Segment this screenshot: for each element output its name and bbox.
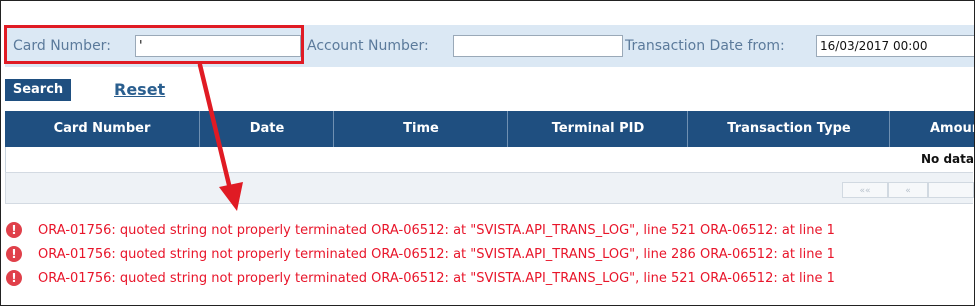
account-number-input[interactable] (453, 35, 623, 57)
reset-link[interactable]: Reset (114, 80, 165, 99)
search-button[interactable]: Search (5, 79, 71, 101)
table-body: No data (5, 147, 974, 172)
column-header-terminal-pid[interactable]: Terminal PID (507, 111, 688, 147)
column-header-date[interactable]: Date (199, 111, 334, 147)
app-frame: Card Number: Account Number: Transaction… (0, 0, 975, 306)
exclamation-circle-icon: ! (6, 270, 22, 286)
no-data-message: No data (921, 152, 974, 166)
card-number-highlight-box (4, 25, 304, 64)
error-message-text: ORA-01756: quoted string not properly te… (38, 247, 835, 262)
account-number-label: Account Number: (307, 38, 429, 54)
column-header-time[interactable]: Time (333, 111, 508, 147)
pager-page-button[interactable] (928, 182, 974, 198)
exclamation-circle-icon: ! (6, 246, 22, 262)
error-message-text: ORA-01756: quoted string not properly te… (38, 271, 835, 286)
column-header-amount[interactable]: Amour (889, 111, 974, 147)
pager-first-button[interactable]: «« (842, 182, 888, 198)
error-message-text: ORA-01756: quoted string not properly te… (38, 223, 835, 238)
exclamation-circle-icon: ! (6, 222, 22, 238)
transaction-date-from-input[interactable] (816, 35, 974, 57)
table-header: Card Number Date Time Terminal PID Trans… (5, 111, 974, 147)
column-header-card-number[interactable]: Card Number (5, 111, 199, 147)
pager-bar: «« « (5, 172, 974, 204)
column-header-transaction-type[interactable]: Transaction Type (687, 111, 890, 147)
pager-prev-button[interactable]: « (888, 182, 928, 198)
transaction-date-from-label: Transaction Date from: (625, 38, 785, 54)
